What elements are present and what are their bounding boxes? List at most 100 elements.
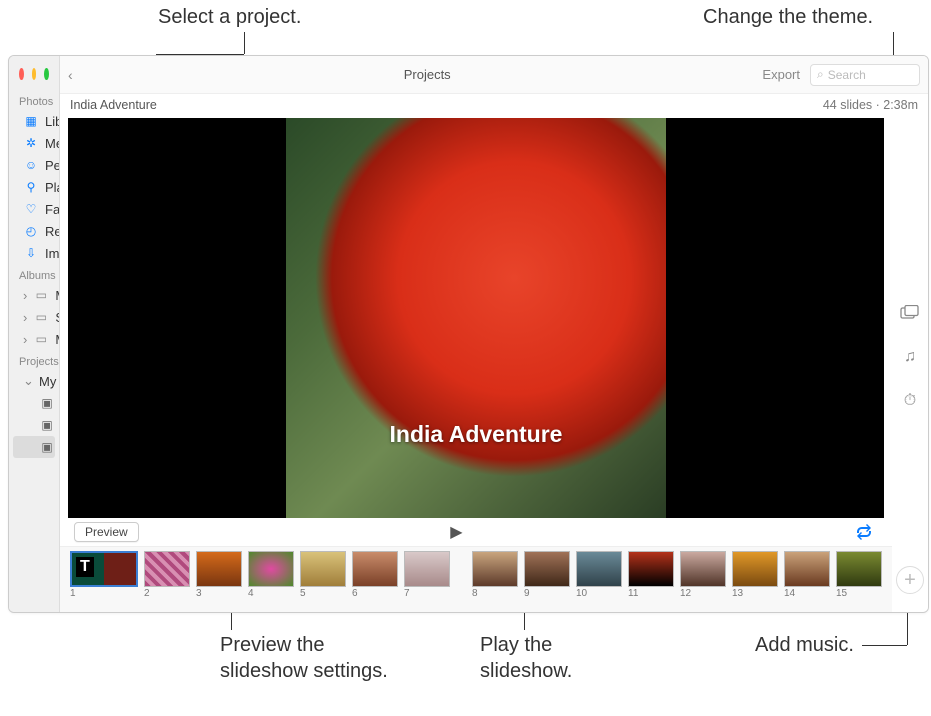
folder-icon: ▭ [33,309,49,325]
sidebar-project-morocco[interactable]: ▣Exploring Mor… [9,414,59,436]
thumb-9[interactable]: 9 [524,551,570,599]
thumb-image [576,551,622,587]
callout-add-music: Add music. [755,632,854,658]
sidebar-item-memories[interactable]: ✲Memories [9,132,59,154]
thumb-image [196,551,242,587]
thumb-13[interactable]: 13 [732,551,778,599]
project-name: India Adventure [70,98,157,112]
sidebar-item-library[interactable]: ▦ Library [9,110,59,132]
thumb-3[interactable]: 3 [196,551,242,599]
sidebar-item-shared-albums[interactable]: › ▭ Shared Albums [9,306,59,328]
toolbar: ‹ Projects Export ⌕ Search [60,56,928,94]
music-button[interactable]: ♫ [899,346,921,368]
slide-image: India Adventure [286,118,666,518]
thumb-12[interactable]: 12 [680,551,726,599]
loop-button[interactable] [854,524,874,540]
thumb-6[interactable]: 6 [352,551,398,599]
thumb-2[interactable]: 2 [144,551,190,599]
sidebar-item-places[interactable]: ⚲Places [9,176,59,198]
play-button[interactable]: ▶ [450,522,462,542]
thumb-4[interactable]: 4 [248,551,294,599]
right-rail: ♫ ⏱ + [892,116,928,612]
heart-icon: ♡ [23,201,39,217]
thumb-14[interactable]: 14 [784,551,830,599]
export-button[interactable]: Export [762,67,800,82]
thumb-number: 12 [680,588,691,599]
sidebar-item-people[interactable]: ☺People [9,154,59,176]
slideshow-icon: ▣ [39,417,55,433]
sidebar-item-recent[interactable]: ◴ Recent [9,220,59,242]
thumb-image [628,551,674,587]
search-icon: ⌕ [817,67,824,82]
folder-icon: ▭ [33,287,49,303]
sidebar-section-projects: Projects [9,350,59,370]
slideshow-viewer: India Adventure [68,118,884,518]
thumb-image [248,551,294,587]
sidebar-item-favourites[interactable]: ♡ Favourites [9,198,59,220]
thumb-number: 8 [472,588,478,599]
sidebar-item-label: My Projects [39,374,59,389]
people-icon: ☺ [23,157,39,173]
sidebar-item-label: Recent [45,224,59,239]
sidebar-item-label: Imports [45,246,59,261]
sidebar: Photos ▦ Library ✲Memories ☺People ⚲Place… [9,56,60,612]
sidebar-section-photos: Photos [9,90,59,110]
sidebar-item-label: My Albums [55,332,59,347]
callout-line [862,645,907,646]
maximize-button[interactable] [44,68,49,80]
thumb-10[interactable]: 10 [576,551,622,599]
sidebar-item-media-types[interactable]: ›▭Media Types [9,284,59,306]
memories-icon: ✲ [23,135,39,151]
sidebar-item-label: Library [45,114,59,129]
grid-icon: ▦ [23,113,39,129]
thumb-number: 7 [404,588,410,599]
chevron-right-icon: › [23,310,27,325]
callout-change-theme: Change the theme. [703,4,873,30]
back-button[interactable]: ‹ [68,67,92,83]
thumb-number: 13 [732,588,743,599]
thumb-number: 3 [196,588,202,599]
thumb-image [144,551,190,587]
thumb-1[interactable]: 1 [70,551,138,599]
thumb-11[interactable]: 11 [628,551,674,599]
thumb-15[interactable]: 15 [836,551,882,599]
callout-select-project: Select a project. [158,4,301,30]
sidebar-item-my-projects[interactable]: ⌄My Projects [9,370,59,392]
thumb-number: 14 [784,588,795,599]
sidebar-item-label: Media Types [55,288,59,303]
sidebar-item-label: Favourites [45,202,59,217]
preview-button[interactable]: Preview [74,522,139,542]
thumb-image [680,551,726,587]
sidebar-item-label: Shared Albums [55,310,59,325]
sidebar-project-lisbon[interactable]: ▣Visit to Lisbon [9,392,59,414]
folder-icon: ▭ [33,331,49,347]
thumb-number: 10 [576,588,587,599]
callout-play-slideshow: Play the slideshow. [480,632,572,684]
minimize-button[interactable] [32,68,37,80]
sidebar-project-india[interactable]: ▣India Adventure [13,436,55,458]
pin-icon: ⚲ [23,179,39,195]
sidebar-item-my-albums[interactable]: ›▭My Albums [9,328,59,350]
theme-button[interactable] [899,302,921,324]
add-slide-button[interactable]: + [896,566,924,594]
app-window: Photos ▦ Library ✲Memories ☺People ⚲Place… [8,55,929,613]
thumb-number: 15 [836,588,847,599]
thumb-5[interactable]: 5 [300,551,346,599]
duration-button[interactable]: ⏱ [899,390,921,412]
thumb-number: 2 [144,588,150,599]
callout-line [244,32,245,54]
clock-icon: ◴ [23,223,39,239]
project-meta: India Adventure 44 slides · 2:38m [60,94,928,116]
thumb-number: 4 [248,588,254,599]
thumb-image [472,551,518,587]
sidebar-item-imports[interactable]: ⇩ Imports [9,242,59,264]
playback-controls: Preview ▶ [60,518,892,546]
thumb-8[interactable]: 8 [472,551,518,599]
close-button[interactable] [19,68,24,80]
download-icon: ⇩ [23,245,39,261]
thumb-image [352,551,398,587]
search-input[interactable]: ⌕ Search [810,64,920,86]
filmstrip[interactable]: 1 2 3 4 5 6 7 8 9 10 11 12 13 14 15 [60,546,892,612]
thumb-image [70,551,138,587]
thumb-7[interactable]: 7 [404,551,450,599]
